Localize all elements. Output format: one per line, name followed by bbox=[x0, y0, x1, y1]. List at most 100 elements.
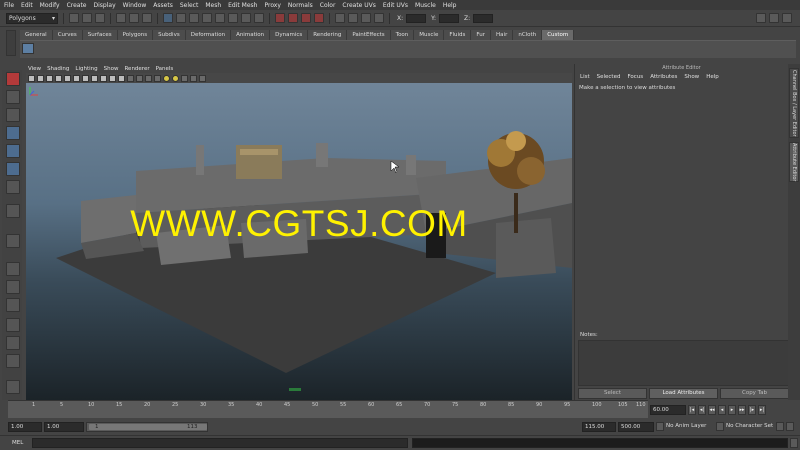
menu-edit-uvs[interactable]: Edit UVs bbox=[383, 2, 408, 9]
camera-attributes-icon[interactable] bbox=[37, 74, 44, 82]
tab-surfaces[interactable]: Surfaces bbox=[82, 30, 118, 40]
open-scene-icon[interactable] bbox=[82, 13, 92, 23]
animation-prefs-icon[interactable] bbox=[786, 422, 794, 431]
ipr-render-icon[interactable] bbox=[361, 13, 371, 23]
viewport-3d[interactable]: WWW.CGTSJ.COM bbox=[26, 83, 572, 400]
shelf-tool-icon[interactable] bbox=[22, 43, 34, 54]
move-tool-icon[interactable] bbox=[6, 126, 20, 140]
tab-subdivs[interactable]: Subdivs bbox=[153, 30, 186, 40]
play-forwards-icon[interactable]: ▸ bbox=[728, 405, 736, 415]
menu-proxy[interactable]: Proxy bbox=[264, 2, 280, 9]
tab-custom[interactable]: Custom bbox=[542, 30, 575, 40]
attr-menu-show[interactable]: Show bbox=[684, 74, 699, 80]
paint-select-tool-icon[interactable] bbox=[6, 108, 20, 122]
select-joint-icon[interactable] bbox=[176, 13, 186, 23]
select-handle-icon[interactable] bbox=[163, 13, 173, 23]
viewport-menu-show[interactable]: Show bbox=[104, 66, 119, 72]
viewport-menu-lighting[interactable]: Lighting bbox=[75, 66, 97, 72]
smooth-shade-icon[interactable] bbox=[136, 74, 143, 82]
high-quality-icon[interactable] bbox=[199, 74, 206, 82]
safe-action-icon[interactable] bbox=[109, 74, 116, 82]
resolution-gate-icon[interactable] bbox=[82, 74, 89, 82]
select-surface-icon[interactable] bbox=[202, 13, 212, 23]
field-chart-icon[interactable] bbox=[100, 74, 107, 82]
menu-edit[interactable]: Edit bbox=[21, 2, 33, 9]
grid-icon[interactable] bbox=[64, 74, 71, 82]
tab-muscle[interactable]: Muscle bbox=[414, 30, 445, 40]
attr-menu-selected[interactable]: Selected bbox=[597, 74, 621, 80]
history-icon[interactable] bbox=[335, 13, 345, 23]
custom-layout-icon[interactable] bbox=[6, 380, 20, 394]
attr-menu-list[interactable]: List bbox=[580, 74, 590, 80]
graph-layout-icon[interactable] bbox=[6, 336, 20, 350]
select-button[interactable]: Select bbox=[578, 388, 647, 399]
menu-create-uvs[interactable]: Create UVs bbox=[342, 2, 375, 9]
menu-muscle[interactable]: Muscle bbox=[415, 2, 436, 9]
play-backwards-icon[interactable]: ◂ bbox=[718, 405, 726, 415]
tab-fluids[interactable]: Fluids bbox=[444, 30, 472, 40]
script-editor-icon[interactable] bbox=[790, 438, 798, 448]
step-forward-icon[interactable]: |▸ bbox=[748, 405, 756, 415]
character-set-icon[interactable] bbox=[716, 422, 724, 431]
key-icon[interactable] bbox=[776, 422, 784, 431]
z-field[interactable] bbox=[473, 13, 494, 23]
hypershade-layout-icon[interactable] bbox=[6, 354, 20, 368]
tab-ncloth[interactable]: nCloth bbox=[513, 30, 543, 40]
menu-help[interactable]: Help bbox=[443, 2, 457, 9]
camera-select-icon[interactable] bbox=[28, 74, 35, 82]
snap-curve-icon[interactable] bbox=[288, 13, 298, 23]
manipulator-tool-icon[interactable] bbox=[6, 180, 20, 194]
anim-layer-icon[interactable] bbox=[656, 422, 664, 431]
scale-tool-icon[interactable] bbox=[6, 162, 20, 176]
y-field[interactable] bbox=[439, 13, 460, 23]
tab-attribute-editor[interactable]: Attribute Editor bbox=[789, 142, 799, 182]
shelf-menu-icon[interactable] bbox=[6, 30, 16, 56]
tab-toon[interactable]: Toon bbox=[390, 30, 415, 40]
select-dynamic-icon[interactable] bbox=[228, 13, 238, 23]
time-slider[interactable]: 1 5 10 15 20 25 30 35 40 45 50 55 60 65 … bbox=[8, 400, 648, 418]
tab-animation[interactable]: Animation bbox=[231, 30, 271, 40]
four-pane-layout-icon[interactable] bbox=[6, 280, 20, 294]
wireframe-icon[interactable] bbox=[127, 74, 134, 82]
tab-dynamics[interactable]: Dynamics bbox=[270, 30, 309, 40]
copy-tab-button[interactable]: Copy Tab bbox=[720, 388, 789, 399]
select-deformer-icon[interactable] bbox=[215, 13, 225, 23]
attribute-editor-toggle-icon[interactable] bbox=[756, 13, 766, 23]
channel-box-toggle-icon[interactable] bbox=[782, 13, 792, 23]
gate-mask-icon[interactable] bbox=[91, 74, 98, 82]
load-attributes-button[interactable]: Load Attributes bbox=[649, 388, 718, 399]
go-to-end-icon[interactable]: ▸| bbox=[758, 405, 766, 415]
menu-select[interactable]: Select bbox=[180, 2, 199, 9]
select-component-icon[interactable] bbox=[142, 13, 152, 23]
select-object-icon[interactable] bbox=[129, 13, 139, 23]
soft-mod-tool-icon[interactable] bbox=[6, 204, 20, 218]
step-back-icon[interactable]: ◂| bbox=[698, 405, 706, 415]
select-misc-icon[interactable] bbox=[254, 13, 264, 23]
attr-menu-attributes[interactable]: Attributes bbox=[650, 74, 677, 80]
viewport-menu-view[interactable]: View bbox=[28, 66, 41, 72]
textured-icon[interactable] bbox=[154, 74, 161, 82]
save-scene-icon[interactable] bbox=[95, 13, 105, 23]
notes-textarea[interactable] bbox=[578, 340, 789, 386]
select-curve-icon[interactable] bbox=[189, 13, 199, 23]
safe-title-icon[interactable] bbox=[118, 74, 125, 82]
menu-edit-mesh[interactable]: Edit Mesh bbox=[228, 2, 257, 9]
end-time-field[interactable]: 500.00 bbox=[618, 422, 654, 432]
render-frame-icon[interactable] bbox=[348, 13, 358, 23]
select-tool-icon[interactable] bbox=[6, 72, 20, 86]
side-by-side-layout-icon[interactable] bbox=[6, 298, 20, 312]
viewport-menu-renderer[interactable]: Renderer bbox=[124, 66, 149, 72]
new-scene-icon[interactable] bbox=[69, 13, 79, 23]
start-time-field[interactable]: 1.00 bbox=[8, 422, 42, 432]
tab-curves[interactable]: Curves bbox=[52, 30, 83, 40]
tab-polygons[interactable]: Polygons bbox=[117, 30, 154, 40]
playback-start-field[interactable]: 1.00 bbox=[44, 422, 84, 432]
tool-settings-toggle-icon[interactable] bbox=[769, 13, 779, 23]
anim-layer-label[interactable]: No Anim Layer bbox=[666, 423, 706, 429]
menu-file[interactable]: File bbox=[4, 2, 14, 9]
single-pane-layout-icon[interactable] bbox=[6, 262, 20, 276]
step-back-key-icon[interactable]: ◂◂ bbox=[708, 405, 716, 415]
tab-deformation[interactable]: Deformation bbox=[185, 30, 232, 40]
isolate-select-icon[interactable] bbox=[190, 74, 197, 82]
current-time-field[interactable]: 60.00 bbox=[650, 405, 686, 415]
